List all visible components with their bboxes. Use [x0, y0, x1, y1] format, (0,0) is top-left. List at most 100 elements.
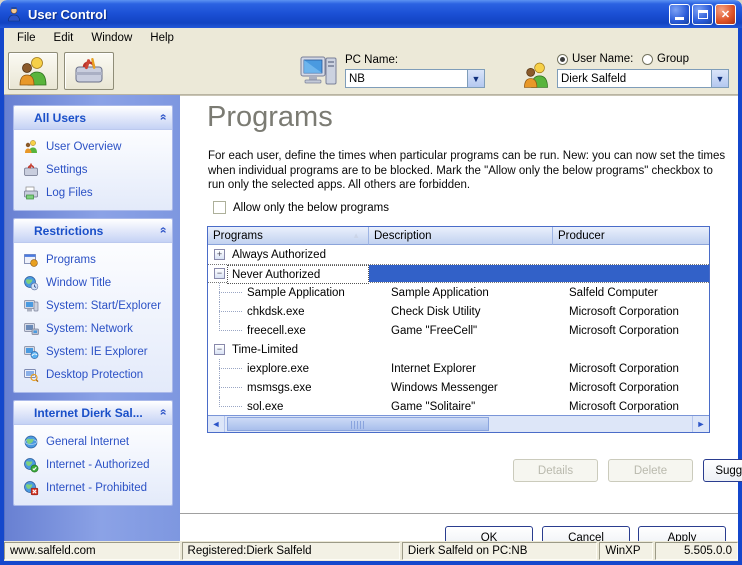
horizontal-scrollbar[interactable]: ◄ ►: [208, 415, 709, 432]
page-description: For each user, define the times when par…: [208, 149, 728, 193]
menu-window[interactable]: Window: [82, 28, 141, 48]
sidebar-item-label: Internet - Authorized: [46, 459, 150, 471]
general-internet-globe-icon: [23, 434, 39, 450]
settings-toolbar-button[interactable]: [64, 52, 114, 90]
description-cell: Game "Solitaire": [391, 397, 551, 416]
internet-section-header[interactable]: Internet Dierk Sal... »: [14, 401, 172, 425]
collapse-minus-icon[interactable]: −: [214, 344, 225, 355]
sidebar-item-label: System: Start/Explorer: [46, 300, 161, 312]
all-users-section-header[interactable]: All Users »: [14, 106, 172, 130]
sidebar-item-desktop-protection[interactable]: Desktop Protection: [14, 363, 172, 386]
program-cell: iexplore.exe: [247, 359, 309, 378]
all-users-section-title: All Users: [34, 111, 86, 125]
maximize-button[interactable]: [692, 4, 713, 25]
collapse-chevron-icon[interactable]: »: [156, 411, 170, 416]
selection-highlight: [369, 265, 709, 282]
column-label: Producer: [558, 230, 605, 242]
expand-plus-icon[interactable]: +: [214, 249, 225, 260]
status-os: WinXP: [599, 542, 653, 560]
sidebar-item-internet-authorized[interactable]: Internet - Authorized: [14, 453, 172, 476]
title-bar[interactable]: User Control ✕: [0, 0, 742, 28]
producer-cell: Microsoft Corporation: [569, 397, 709, 416]
collapse-chevron-icon[interactable]: »: [156, 116, 170, 121]
sidebar-item-programs[interactable]: Programs: [14, 248, 172, 271]
description-cell: Windows Messenger: [391, 378, 551, 397]
menu-help[interactable]: Help: [141, 28, 183, 48]
table-header: Programs ▲ Description Producer: [208, 227, 709, 245]
group-label: Always Authorized: [230, 245, 326, 264]
row-chkdsk[interactable]: chkdsk.exe Check Disk Utility Microsoft …: [208, 302, 709, 321]
sidebar-item-label: Internet - Prohibited: [46, 482, 147, 494]
row-group-never-authorized[interactable]: − Never Authorized: [208, 264, 709, 283]
producer-cell: Salfeld Computer: [569, 283, 709, 302]
group-radio[interactable]: Group: [642, 53, 689, 65]
row-group-time-limited[interactable]: − Time-Limited: [208, 340, 709, 359]
sidebar-item-general-internet[interactable]: General Internet: [14, 430, 172, 453]
programs-table: Programs ▲ Description Producer +: [207, 226, 710, 433]
program-cell: sol.exe: [247, 397, 283, 416]
sidebar-item-label: System: IE Explorer: [46, 346, 148, 358]
close-button[interactable]: ✕: [715, 4, 736, 25]
user-name-radio-label: User Name:: [572, 53, 633, 65]
users-toolbar-button[interactable]: [8, 52, 58, 90]
user-name-radio-circle: [557, 54, 568, 65]
row-sol[interactable]: sol.exe Game "Solitaire" Microsoft Corpo…: [208, 397, 709, 416]
column-header-producer[interactable]: Producer: [553, 227, 709, 245]
main-content: Programs For each user, define the times…: [180, 95, 738, 541]
producer-cell: Microsoft Corporation: [569, 302, 709, 321]
program-cell: msmsgs.exe: [247, 378, 312, 397]
sidebar-item-label: System: Network: [46, 323, 133, 335]
column-label: Programs: [213, 230, 263, 242]
status-bar: www.salfeld.com Registered:Dierk Salfeld…: [4, 541, 738, 561]
collapse-minus-icon[interactable]: −: [214, 268, 225, 279]
sidebar-item-settings[interactable]: Settings: [14, 158, 172, 181]
column-header-programs[interactable]: Programs ▲: [208, 227, 369, 245]
menu-file[interactable]: File: [8, 28, 45, 48]
row-sample-application[interactable]: Sample Application Sample Application Sa…: [208, 283, 709, 302]
status-registered: Registered:Dierk Salfeld: [182, 542, 400, 560]
restrictions-section-title: Restrictions: [34, 224, 103, 238]
row-freecell[interactable]: freecell.exe Game "FreeCell" Microsoft C…: [208, 321, 709, 340]
row-group-always-authorized[interactable]: + Always Authorized: [208, 245, 709, 264]
description-cell: Sample Application: [391, 283, 551, 302]
sidebar-item-internet-prohibited[interactable]: Internet - Prohibited: [14, 476, 172, 499]
scroll-left-arrow-icon[interactable]: ◄: [208, 416, 225, 432]
system-start-explorer-icon: [23, 298, 39, 314]
checkbox-box[interactable]: [213, 201, 226, 214]
user-name-radio[interactable]: User Name:: [557, 53, 633, 65]
sidebar-item-label: Log Files: [46, 187, 93, 199]
user-name-select[interactable]: Dierk Salfeld ▼: [557, 69, 729, 88]
group-label: Never Authorized: [227, 265, 369, 284]
row-msmsgs[interactable]: msmsgs.exe Windows Messenger Microsoft C…: [208, 378, 709, 397]
allow-only-checkbox[interactable]: Allow only the below programs: [213, 201, 389, 214]
system-network-icon: [23, 321, 39, 337]
menu-edit[interactable]: Edit: [45, 28, 83, 48]
producer-cell: Microsoft Corporation: [569, 378, 709, 397]
sidebar-item-window-title[interactable]: Window Title: [14, 271, 172, 294]
suggestions-button[interactable]: Suggestions: [703, 459, 742, 482]
description-cell: Game "FreeCell": [391, 321, 551, 340]
toolbox-icon: [71, 55, 107, 87]
sidebar-item-system-ie-explorer[interactable]: System: IE Explorer: [14, 340, 172, 363]
collapse-chevron-icon[interactable]: »: [156, 229, 170, 234]
pc-name-select[interactable]: NB ▼: [345, 69, 485, 88]
scrollbar-thumb[interactable]: [227, 417, 489, 431]
sidebar-item-system-network[interactable]: System: Network: [14, 317, 172, 340]
row-iexplore[interactable]: iexplore.exe Internet Explorer Microsoft…: [208, 359, 709, 378]
user-name-value: Dierk Salfeld: [558, 73, 711, 85]
sidebar-item-user-overview[interactable]: User Overview: [14, 135, 172, 158]
sidebar-item-log-files[interactable]: Log Files: [14, 181, 172, 204]
description-cell: Check Disk Utility: [391, 302, 551, 321]
restrictions-section-header[interactable]: Restrictions »: [14, 219, 172, 243]
internet-section-title: Internet Dierk Sal...: [34, 406, 143, 420]
column-header-description[interactable]: Description: [369, 227, 553, 245]
user-dropdown-arrow-icon[interactable]: ▼: [711, 70, 728, 87]
pc-dropdown-arrow-icon[interactable]: ▼: [467, 70, 484, 87]
scroll-right-arrow-icon[interactable]: ►: [692, 416, 709, 432]
sidebar-item-system-start-explorer[interactable]: System: Start/Explorer: [14, 294, 172, 317]
delete-button[interactable]: Delete: [608, 459, 693, 482]
programs-icon: [23, 252, 39, 268]
details-button[interactable]: Details: [513, 459, 598, 482]
sort-ascending-icon: ▲: [352, 231, 360, 240]
minimize-button[interactable]: [669, 4, 690, 25]
